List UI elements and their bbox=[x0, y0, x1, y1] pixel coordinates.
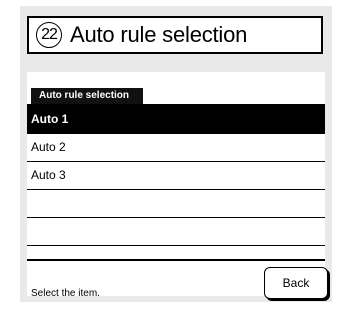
list-item-auto-2[interactable]: Auto 2 bbox=[27, 134, 325, 162]
content-panel: Auto rule selection Auto 1 Auto 2 Auto 3… bbox=[27, 72, 328, 299]
footer-divider bbox=[27, 259, 325, 261]
page-title: Auto rule selection bbox=[70, 22, 248, 47]
list-item-empty-4 bbox=[27, 190, 325, 218]
screen-number-badge: 22 bbox=[36, 22, 62, 48]
list-item-auto-3[interactable]: Auto 3 bbox=[27, 162, 325, 190]
rule-list: Auto 1 Auto 2 Auto 3 bbox=[27, 106, 325, 246]
back-button[interactable]: Back bbox=[264, 267, 328, 299]
list-item-empty-5 bbox=[27, 218, 325, 246]
status-message: Select the item. bbox=[31, 288, 100, 299]
list-item-auto-1[interactable]: Auto 1 bbox=[27, 106, 325, 134]
page-title-bar: 22 Auto rule selection bbox=[27, 16, 323, 54]
screen-frame: 22 Auto rule selection Auto rule selecti… bbox=[20, 6, 332, 302]
section-label: Auto rule selection bbox=[31, 88, 144, 104]
